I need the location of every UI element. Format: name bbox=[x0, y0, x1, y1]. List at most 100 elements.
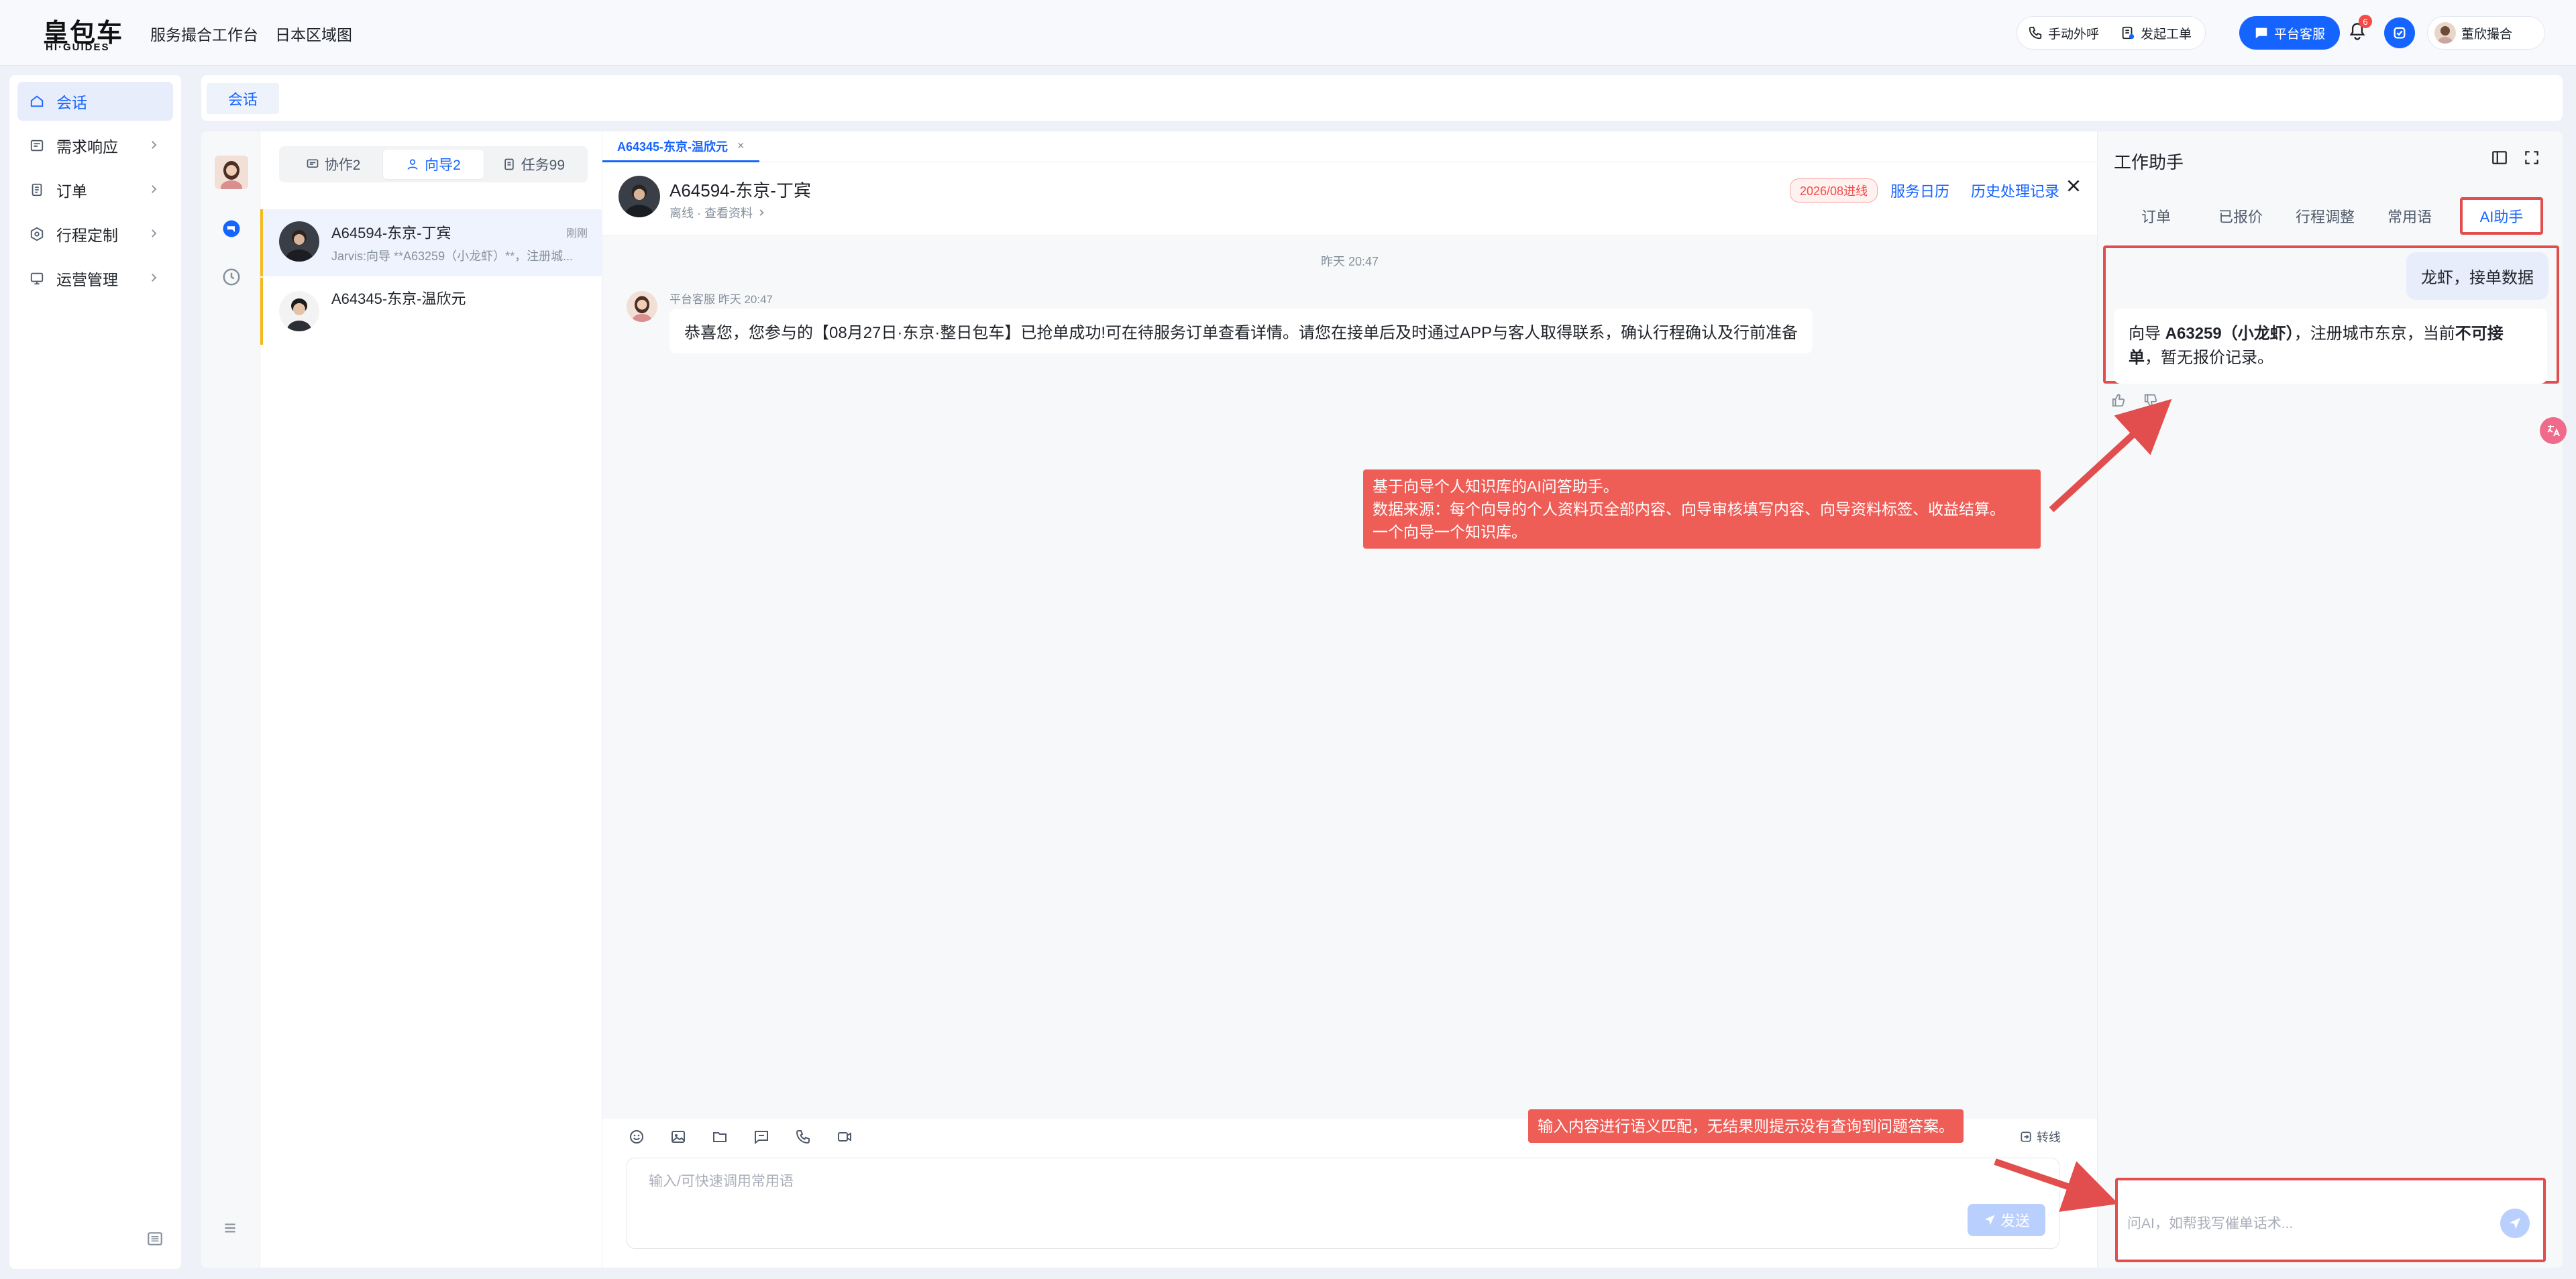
conversation-marker bbox=[260, 278, 263, 345]
emoji-icon[interactable] bbox=[627, 1127, 647, 1147]
history-rail-button[interactable] bbox=[221, 267, 241, 287]
send-button[interactable]: 发送 bbox=[1968, 1204, 2045, 1236]
order-icon bbox=[30, 182, 44, 197]
task-icon bbox=[502, 158, 516, 171]
conversation-preview: Jarvis:向导 **A63259（小龙虾）**，注册城... bbox=[331, 249, 574, 263]
message-sender: 平台客服 昨天 20:47 bbox=[669, 293, 773, 306]
close-chat-button[interactable] bbox=[2065, 177, 2082, 194]
sidebar-item-orders[interactable]: 订单 bbox=[17, 170, 173, 209]
split-view-button[interactable] bbox=[2491, 149, 2508, 166]
user-name: 董欣撮合 bbox=[2461, 27, 2513, 42]
message-icon bbox=[2254, 25, 2269, 40]
chevron-right-icon bbox=[148, 139, 160, 151]
sender-avatar bbox=[627, 291, 657, 322]
contact-avatar bbox=[279, 221, 319, 262]
ai-send-button[interactable] bbox=[2500, 1209, 2530, 1238]
operations-icon bbox=[30, 271, 44, 286]
platform-service-button[interactable]: 平台客服 bbox=[2239, 16, 2341, 50]
ai-reply: 向导 A63259（小龙虾），注册城市东京，当前不可接单，暂无报价记录。 bbox=[2114, 309, 2547, 384]
collapse-sidebar-button[interactable] bbox=[146, 1230, 164, 1247]
assistant-tab-phrases[interactable]: 常用语 bbox=[2367, 197, 2452, 235]
segment-label: 任务99 bbox=[521, 158, 565, 173]
contact-avatar[interactable] bbox=[619, 176, 660, 217]
annotation-note-semantic-match: 输入内容进行语义匹配，无结果则提示没有查询到问题答案。 bbox=[1528, 1109, 1964, 1143]
segment-collab[interactable]: 协作2 bbox=[283, 150, 383, 179]
assistant-tab-ai[interactable]: AI助手 bbox=[2460, 197, 2543, 235]
work-assistant-panel: 工作助手 订单 已报价 行程调整 常用语 AI助手 龙虾，接单数据 向导 A63… bbox=[2097, 131, 2563, 1268]
ticket-icon bbox=[2121, 25, 2135, 40]
chat-tab-bar: A64345-东京-温欣元 × bbox=[602, 131, 2097, 162]
phone-icon bbox=[2028, 25, 2043, 40]
create-ticket-button[interactable]: 发起工单 bbox=[2110, 17, 2202, 49]
manual-call-label: 手动外呼 bbox=[2048, 27, 2100, 42]
composer-toolbar bbox=[627, 1127, 855, 1147]
agent-rail bbox=[201, 131, 260, 1268]
sidebar-item-itinerary[interactable]: 行程定制 bbox=[17, 215, 173, 254]
image-icon[interactable] bbox=[668, 1127, 688, 1147]
page-tab-strip: 会话 bbox=[201, 75, 2563, 121]
thumbs-down-icon[interactable] bbox=[2143, 393, 2158, 408]
video-icon[interactable] bbox=[835, 1127, 855, 1147]
sidebar-item-label: 行程定制 bbox=[56, 227, 118, 244]
ai-input-box[interactable]: 问AI，如帮我写催单话术... bbox=[2125, 1197, 2530, 1247]
ai-user-message: 龙虾，接单数据 bbox=[2406, 252, 2548, 300]
service-calendar-link[interactable]: 服务日历 bbox=[1890, 180, 1949, 201]
chat-area: A64345-东京-温欣元 × A64594-东京-丁宾 离线 · 查看资料 2… bbox=[602, 131, 2097, 1268]
assistant-tab-itinerary-adjust[interactable]: 行程调整 bbox=[2283, 197, 2367, 235]
thumbs-up-icon[interactable] bbox=[2111, 393, 2126, 408]
user-menu[interactable]: 董欣撮合 bbox=[2427, 16, 2545, 50]
close-tab-icon[interactable]: × bbox=[737, 139, 745, 153]
message-input-box[interactable]: 输入/可快速调用常用语 发送 bbox=[627, 1158, 2059, 1249]
segment-guides[interactable]: 向导2 bbox=[383, 150, 484, 179]
agent-avatar[interactable] bbox=[215, 156, 248, 189]
logo-subtext: HI·GUIDES bbox=[46, 42, 110, 53]
transfer-label: 转线 bbox=[2037, 1131, 2061, 1144]
message-area: 昨天 20:47 平台客服 昨天 20:47 恭喜您，您参与的【08月27日·东… bbox=[602, 236, 2097, 1119]
status-icon bbox=[2392, 25, 2407, 40]
sidebar-item-label: 会话 bbox=[56, 94, 87, 111]
chat-bubble-icon bbox=[221, 219, 241, 239]
contact-avatar bbox=[279, 291, 319, 331]
annotation-note-ai-assistant: 基于向导个人知识库的AI问答助手。 数据来源：每个向导的个人资料页全部内容、向导… bbox=[1363, 469, 2041, 549]
itinerary-icon bbox=[30, 227, 44, 241]
manual-call-button[interactable]: 手动外呼 bbox=[2017, 17, 2110, 49]
rail-menu-button[interactable] bbox=[221, 1219, 239, 1237]
segment-tasks[interactable]: 任务99 bbox=[484, 150, 584, 179]
nav-service-workbench[interactable]: 服务撮合工作台 bbox=[150, 22, 258, 45]
floating-translate-button[interactable] bbox=[2540, 417, 2567, 444]
message-text: 恭喜您，您参与的【08月27日·东京·整日包车】已抢单成功!可在待服务订单查看详… bbox=[684, 324, 1799, 342]
nav-japan-map[interactable]: 日本区域图 bbox=[275, 22, 352, 45]
send-label: 发送 bbox=[2000, 1213, 2030, 1229]
message-bubble: 恭喜您，您参与的【08月27日·东京·整日包车】已抢单成功!可在待服务订单查看详… bbox=[669, 309, 1813, 353]
contact-profile-link[interactable]: 离线 · 查看资料 bbox=[669, 204, 766, 221]
home-icon bbox=[30, 94, 44, 109]
conversation-marker bbox=[260, 209, 263, 276]
notification-badge: 6 bbox=[2359, 15, 2372, 28]
folder-icon[interactable] bbox=[710, 1127, 730, 1147]
conversation-name: A64345-东京-温欣元 bbox=[331, 290, 466, 307]
transfer-button[interactable]: 转线 bbox=[2019, 1128, 2061, 1146]
chat-rail-button[interactable] bbox=[221, 219, 241, 239]
chevron-right-icon bbox=[148, 272, 160, 284]
create-ticket-label: 发起工单 bbox=[2141, 27, 2192, 42]
platform-service-label: 平台客服 bbox=[2274, 27, 2326, 42]
ai-reply-text: ，注册城市东京，当前 bbox=[2294, 325, 2455, 343]
phone-icon[interactable] bbox=[793, 1127, 813, 1147]
ai-reply-text: 向导 bbox=[2129, 325, 2165, 343]
sidebar-item-conversations[interactable]: 会话 bbox=[17, 82, 173, 121]
sidebar-item-demand-response[interactable]: 需求响应 bbox=[17, 126, 173, 165]
assistant-tab-quoted[interactable]: 已报价 bbox=[2198, 197, 2283, 235]
history-records-link[interactable]: 历史处理记录 bbox=[1971, 180, 2059, 201]
assistant-tab-orders[interactable]: 订单 bbox=[2114, 197, 2198, 235]
main-panel: 协作2 向导2 任务99 A64594-东京-丁宾 刚刚 Jarvis:向导 *… bbox=[201, 131, 2563, 1268]
conversation-list: 协作2 向导2 任务99 A64594-东京-丁宾 刚刚 Jarvis:向导 *… bbox=[260, 131, 602, 1268]
status-button[interactable] bbox=[2384, 17, 2415, 48]
chat-tab[interactable]: A64345-东京-温欣元 × bbox=[602, 131, 759, 162]
fullscreen-button[interactable] bbox=[2523, 149, 2540, 166]
conversation-item[interactable]: A64345-东京-温欣元 bbox=[260, 278, 602, 345]
conversation-item[interactable]: A64594-东京-丁宾 刚刚 Jarvis:向导 **A63259（小龙虾）*… bbox=[260, 209, 602, 276]
quick-reply-icon[interactable] bbox=[751, 1127, 771, 1147]
sidebar-item-operations[interactable]: 运营管理 bbox=[17, 259, 173, 298]
ai-reply-text: ，暂无报价记录。 bbox=[2145, 349, 2273, 367]
page-tab-conversations[interactable]: 会话 bbox=[207, 83, 280, 114]
